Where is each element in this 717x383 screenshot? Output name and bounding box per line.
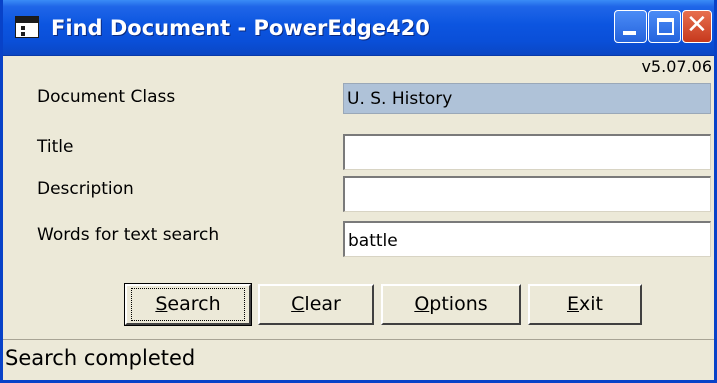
clear-button[interactable]: Clear [258, 284, 374, 325]
description-label: Description [37, 179, 134, 199]
maximize-icon [657, 18, 674, 35]
text-search-field[interactable]: battle [343, 221, 711, 257]
clear-button-label-post: lear [304, 293, 341, 315]
description-field[interactable] [343, 176, 711, 212]
options-button-label-post: ptions [429, 293, 488, 315]
search-button-focus: Search [131, 288, 245, 321]
options-button-hotkey: O [414, 293, 430, 315]
search-button[interactable]: Search [124, 283, 252, 326]
minimize-button[interactable] [614, 10, 647, 43]
exit-button-label-post: xit [579, 293, 603, 315]
title-label: Title [37, 137, 74, 157]
minimize-icon [623, 31, 636, 35]
clear-button-hotkey: C [291, 293, 305, 315]
title-bar[interactable]: Find Document - PowerEdge420 ✕ [3, 0, 714, 56]
exit-button[interactable]: Exit [528, 284, 642, 325]
maximize-button[interactable] [648, 10, 681, 43]
window-title: Find Document - PowerEdge420 [51, 16, 430, 40]
exit-button-hotkey: E [567, 293, 580, 315]
close-icon: ✕ [686, 10, 708, 40]
search-button-label-post: earch [167, 293, 221, 315]
text-search-label: Words for text search [37, 225, 220, 245]
document-class-field[interactable]: U. S. History [343, 83, 711, 114]
search-button-hotkey: S [155, 293, 168, 315]
status-bar: Search completed [3, 339, 714, 380]
options-button[interactable]: Options [381, 284, 521, 325]
version-label: v5.07.06 [641, 57, 712, 76]
close-button[interactable]: ✕ [682, 10, 712, 43]
document-class-label: Document Class [37, 87, 176, 107]
app-window-icon[interactable] [15, 16, 39, 38]
find-document-window: Find Document - PowerEdge420 ✕ v5.07.06 … [0, 0, 717, 383]
title-field[interactable] [343, 134, 711, 170]
